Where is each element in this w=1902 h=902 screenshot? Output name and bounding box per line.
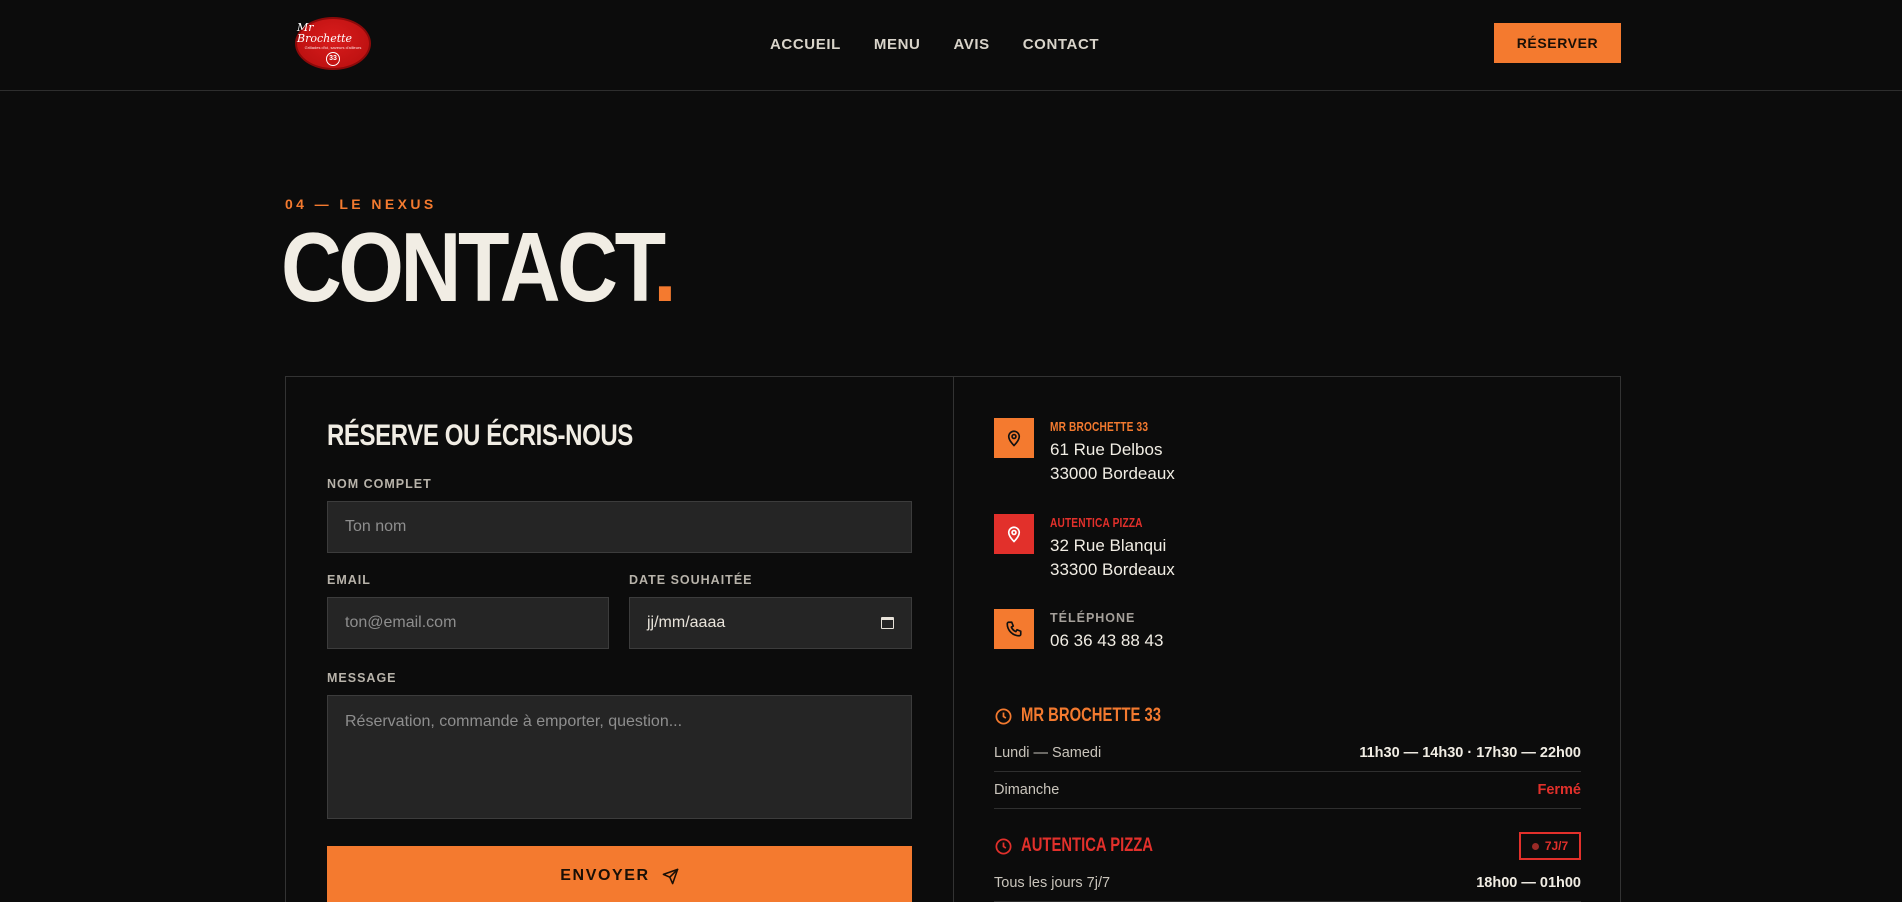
- calendar-icon[interactable]: [881, 617, 894, 629]
- location-pizza: AUTENTICA PIZZA 32 Rue Blanqui 33300 Bor…: [994, 514, 1175, 582]
- hours-time-closed: Fermé: [1537, 782, 1581, 798]
- logo-script: Mr Brochette: [297, 20, 353, 45]
- hours-title-text: AUTENTICA PIZZA: [1021, 835, 1154, 856]
- logo-tagline: Grillades d'ici, saveurs d'ailleurs: [304, 44, 362, 50]
- send-button[interactable]: ENVOYER: [327, 846, 912, 902]
- site-header: Mr Brochette Grillades d'ici, saveurs d'…: [0, 0, 1902, 91]
- phone-icon: [994, 609, 1034, 649]
- date-value: jj/mm/aaaa: [647, 614, 726, 631]
- date-field[interactable]: jj/mm/aaaa: [629, 597, 912, 649]
- badge-label: 7J/7: [1544, 839, 1569, 853]
- clock-icon: [995, 708, 1012, 724]
- address-line: 61 Rue Delbos: [1050, 440, 1163, 459]
- hours-day: Tous les jours 7j/7: [994, 875, 1111, 891]
- hours-time: 18h00 — 01h00: [1476, 875, 1581, 891]
- nav-accueil[interactable]: ACCUEIL: [770, 36, 841, 53]
- status-dot: [1531, 842, 1539, 850]
- address-city: 33300 Bordeaux: [1050, 560, 1175, 579]
- contact-form: RÉSERVE OU ÉCRIS-NOUS NOM COMPLET Ton no…: [286, 377, 954, 902]
- location-name: MR BROCHETTE 33: [1050, 419, 1149, 434]
- main-nav: ACCUEIL MENU AVIS CONTACT: [770, 0, 1099, 88]
- map-pin-icon: [994, 514, 1034, 554]
- contact-panel: RÉSERVE OU ÉCRIS-NOUS NOM COMPLET Ton no…: [285, 376, 1621, 902]
- address-line: 32 Rue Blanqui: [1050, 536, 1167, 555]
- send-label: ENVOYER: [560, 867, 650, 884]
- hours-day: Lundi — Samedi: [994, 745, 1102, 761]
- page-title-dot: .: [653, 212, 676, 322]
- nav-avis[interactable]: AVIS: [953, 36, 989, 53]
- date-label: DATE SOUHAITÉE: [629, 573, 753, 587]
- hours-day: Dimanche: [994, 782, 1060, 798]
- clock-icon: [995, 838, 1012, 854]
- map-pin-icon: [994, 418, 1034, 458]
- send-icon: [662, 868, 679, 884]
- name-label: NOM COMPLET: [327, 477, 432, 491]
- page-title-text: CONTACT: [281, 212, 657, 322]
- status-badge: 7J/7: [1519, 832, 1581, 860]
- hours-row: Tous les jours 7j/7 18h00 — 01h00: [994, 865, 1581, 902]
- message-placeholder: Réservation, commande à emporter, questi…: [345, 713, 683, 730]
- phone-info: TÉLÉPHONE 06 36 43 88 43: [994, 609, 1163, 653]
- hours-title-brochette: MR BROCHETTE 33: [994, 705, 1200, 727]
- location-name: AUTENTICA PIZZA: [1050, 515, 1143, 530]
- hours-time: 11h30 — 14h30 · 17h30 — 22h00: [1359, 745, 1581, 761]
- name-placeholder: Ton nom: [345, 518, 407, 535]
- nav-menu[interactable]: MENU: [874, 36, 921, 53]
- phone-number[interactable]: 06 36 43 88 43: [1050, 629, 1163, 653]
- address-city: 33000 Bordeaux: [1050, 464, 1175, 483]
- form-title: RÉSERVE OU ÉCRIS-NOUS: [327, 419, 633, 452]
- email-field[interactable]: ton@email.com: [327, 597, 609, 649]
- name-field[interactable]: Ton nom: [327, 501, 912, 553]
- hours-row: Lundi — Samedi 11h30 — 14h30 · 17h30 — 2…: [994, 735, 1581, 772]
- email-label: EMAIL: [327, 573, 371, 587]
- logo-number: 33: [326, 51, 340, 66]
- section-kicker: 04 — LE NEXUS: [285, 196, 437, 212]
- page-title: CONTACT.: [281, 218, 677, 316]
- message-label: MESSAGE: [327, 671, 397, 685]
- phone-label: TÉLÉPHONE: [1050, 611, 1136, 625]
- nav-contact[interactable]: CONTACT: [1023, 36, 1099, 53]
- hours-row: Dimanche Fermé: [994, 772, 1581, 809]
- hours-title-pizza: AUTENTICA PIZZA: [994, 835, 1190, 857]
- email-placeholder: ton@email.com: [345, 614, 457, 631]
- logo[interactable]: Mr Brochette Grillades d'ici, saveurs d'…: [295, 17, 371, 70]
- location-brochette: MR BROCHETTE 33 61 Rue Delbos 33000 Bord…: [994, 418, 1176, 486]
- contact-info: MR BROCHETTE 33 61 Rue Delbos 33000 Bord…: [954, 377, 1620, 902]
- message-field[interactable]: Réservation, commande à emporter, questi…: [327, 695, 912, 819]
- hours-title-text: MR BROCHETTE 33: [1021, 705, 1161, 726]
- reserve-button[interactable]: RÉSERVER: [1494, 23, 1621, 63]
